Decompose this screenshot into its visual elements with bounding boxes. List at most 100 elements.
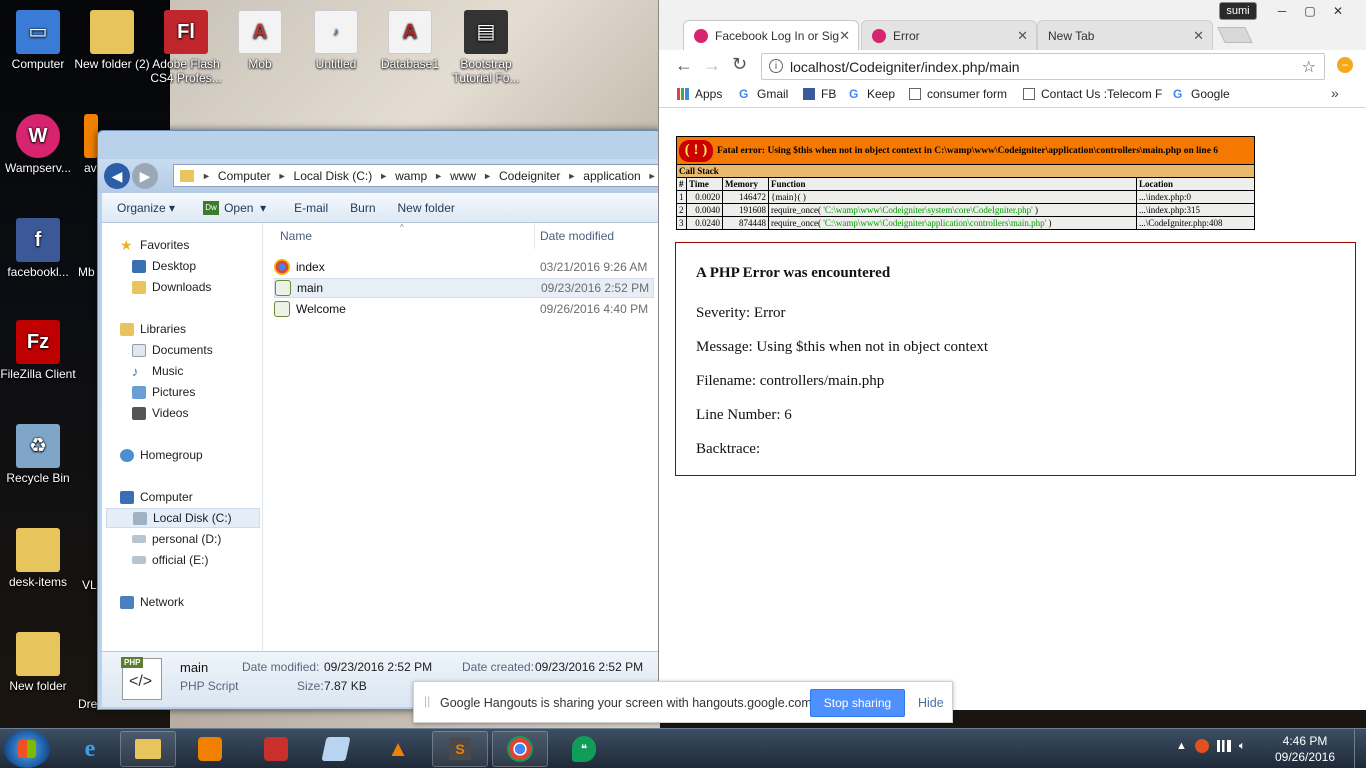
back-arrow-icon[interactable]: ← [675, 55, 693, 76]
chrome-window[interactable]: Facebook Log In or Sig ✕ Error ✕ New Tab… [658, 0, 1366, 710]
breadcrumb-item[interactable]: Local Disk (C:) [294, 169, 373, 183]
nav-computer[interactable]: Computer [120, 487, 193, 507]
clock[interactable]: 4:46 PM 09/26/2016 [1268, 733, 1342, 765]
bookmark-gmail[interactable]: G Gmail [739, 87, 788, 101]
desktop-icon-new-folder[interactable]: New folder [0, 632, 76, 693]
breadcrumb-item[interactable]: application [583, 169, 640, 183]
maximize-icon[interactable]: ▢ [1297, 2, 1323, 20]
taskbar-notes[interactable] [308, 731, 364, 767]
nav-personal-drive[interactable]: personal (D:) [132, 529, 221, 549]
desktop-icon-dre-partial[interactable]: Dre [78, 697, 98, 711]
breadcrumb-item[interactable]: Codeigniter [499, 169, 560, 183]
taskbar-download-app[interactable] [248, 731, 304, 767]
nav-official-drive[interactable]: official (E:) [132, 550, 208, 570]
burn-button[interactable]: Burn [350, 201, 375, 215]
open-button[interactable]: Dw Open ▾ [203, 200, 266, 215]
nav-downloads[interactable]: Downloads [132, 277, 211, 297]
start-button[interactable] [4, 730, 50, 768]
nav-videos[interactable]: Videos [132, 403, 188, 423]
column-header-name[interactable]: Name [280, 229, 312, 243]
desktop-icon-computer[interactable]: ▭ Computer [0, 10, 76, 71]
desktop-icon-new-folder-2[interactable]: New folder (2) [74, 10, 150, 71]
nav-desktop[interactable]: Desktop [132, 256, 196, 276]
desktop-icon-recycle-bin[interactable]: ♻ Recycle Bin [0, 424, 76, 485]
nav-music[interactable]: ♪ Music [132, 361, 183, 381]
close-tab-icon[interactable]: ✕ [1193, 28, 1204, 44]
bookmark-star-icon[interactable]: ☆ [1302, 57, 1316, 77]
tab-new-tab[interactable]: New Tab ✕ [1037, 20, 1213, 50]
volume-icon[interactable]: 🔈︎ [1239, 740, 1246, 753]
close-tab-icon[interactable]: ✕ [839, 28, 850, 44]
nav-pictures[interactable]: Pictures [132, 382, 195, 402]
bookmark-keep[interactable]: G Keep [849, 87, 895, 101]
bookmark-contact-us[interactable]: Contact Us :Telecom F [1023, 87, 1162, 101]
email-button[interactable]: E-mail [294, 201, 328, 215]
desktop-icon-untitled[interactable]: ♪ Untitled [298, 10, 374, 71]
nav-network[interactable]: Network [120, 592, 184, 612]
nav-homegroup[interactable]: Homegroup [120, 445, 203, 465]
breadcrumb[interactable]: ► Computer ► Local Disk (C:) ► wamp ► ww… [173, 164, 661, 187]
taskbar-hangouts[interactable]: ❝ [556, 731, 612, 767]
new-folder-button[interactable]: New folder [398, 201, 455, 215]
taskbar-ie[interactable]: e [62, 731, 118, 767]
file-row-welcome[interactable]: Welcome 09/26/2016 4:40 PM [274, 299, 654, 319]
address-bar[interactable]: i localhost/Codeigniter/index.php/main ☆ [761, 53, 1325, 80]
bookmark-google[interactable]: G Google [1173, 87, 1230, 101]
forward-arrow-icon[interactable]: → [703, 55, 721, 76]
organize-button[interactable]: Organize ▾ [117, 201, 175, 215]
nav-local-disk[interactable]: Local Disk (C:) [106, 508, 260, 528]
nav-favorites[interactable]: ★ Favorites [120, 235, 189, 255]
nav-documents[interactable]: Documents [132, 340, 213, 360]
file-row-index[interactable]: index 03/21/2016 9:26 AM [274, 257, 654, 277]
hide-button[interactable]: Hide [918, 696, 944, 710]
tab-error[interactable]: Error ✕ [861, 20, 1037, 50]
bookmark-consumer-form[interactable]: consumer form [909, 87, 1007, 101]
signal-bars-icon[interactable] [1216, 740, 1231, 752]
desktop-icon-bootstrap[interactable]: ▤ Bootstrap Tutorial Fo... [448, 10, 524, 85]
stop-sharing-button[interactable]: Stop sharing [810, 689, 905, 717]
fatal-error-row: ( ! ) Fatal error: Using $this when not i… [676, 136, 1255, 165]
new-tab-button[interactable] [1217, 27, 1253, 43]
breadcrumb-item[interactable]: Computer [218, 169, 271, 183]
tray-expand-icon[interactable]: ▲ [1176, 740, 1187, 752]
desktop-icon-filezilla[interactable]: Fz FileZilla Client [0, 320, 76, 381]
taskbar-chrome[interactable] [492, 731, 548, 767]
nav-label: Homegroup [140, 448, 203, 462]
bookmark-apps[interactable]: Apps [677, 87, 722, 101]
desktop-icon-avast-partial[interactable]: av [84, 114, 98, 175]
taskbar-explorer[interactable] [120, 731, 176, 767]
breadcrumb-item[interactable]: wamp [395, 169, 427, 183]
close-window-icon[interactable]: ✕ [1325, 2, 1351, 20]
breadcrumb-item[interactable]: www [450, 169, 476, 183]
desktop-icon-database1[interactable]: A Database1 [372, 10, 448, 71]
desktop-icon-mob[interactable]: A Mob [222, 10, 298, 71]
forward-button[interactable]: ▶ [132, 163, 158, 189]
taskbar-vlc[interactable]: ▲ [370, 731, 426, 767]
nav-libraries[interactable]: Libraries [120, 319, 186, 339]
column-header-date-modified[interactable]: Date modified [540, 229, 614, 243]
desktop-icon-wampserver[interactable]: W Wampserv... [0, 114, 76, 175]
chrome-icon [507, 736, 533, 762]
taskbar-media-player[interactable] [182, 731, 238, 767]
tab-facebook[interactable]: Facebook Log In or Sig ✕ [683, 20, 859, 50]
show-desktop-button[interactable] [1354, 729, 1366, 768]
bookmarks-overflow-icon[interactable]: » [1331, 85, 1339, 101]
close-tab-icon[interactable]: ✕ [1017, 28, 1028, 44]
drag-handle-icon[interactable]: || [424, 694, 430, 708]
desktop-icon-desk-items[interactable]: desk-items [0, 528, 76, 589]
profile-badge[interactable]: sumi [1219, 2, 1257, 20]
bookmark-fb[interactable]: FB [803, 87, 836, 101]
desktop-icon-facebook[interactable]: f facebookl... [0, 218, 76, 279]
file-explorer-window[interactable]: ◀ ▶ ► Computer ► Local Disk (C:) ► wamp … [97, 130, 663, 710]
antivirus-tray-icon[interactable] [1194, 739, 1209, 753]
update-menu-icon[interactable]: − [1337, 57, 1353, 73]
desktop-icon-vlc-partial[interactable]: VL [82, 578, 98, 592]
reload-icon[interactable]: ↻ [732, 54, 747, 75]
minimize-icon[interactable]: ─ [1269, 2, 1295, 20]
file-row-main[interactable]: main 09/23/2016 2:52 PM [274, 278, 654, 298]
taskbar-sublime[interactable]: S [432, 731, 488, 767]
desktop-icon-adobe-flash[interactable]: Fl Adobe Flash CS4 Profes... [148, 10, 224, 85]
back-button[interactable]: ◀ [104, 163, 130, 189]
column-divider[interactable] [534, 223, 535, 249]
desktop-icon-mb-partial[interactable]: Mb [78, 265, 98, 279]
